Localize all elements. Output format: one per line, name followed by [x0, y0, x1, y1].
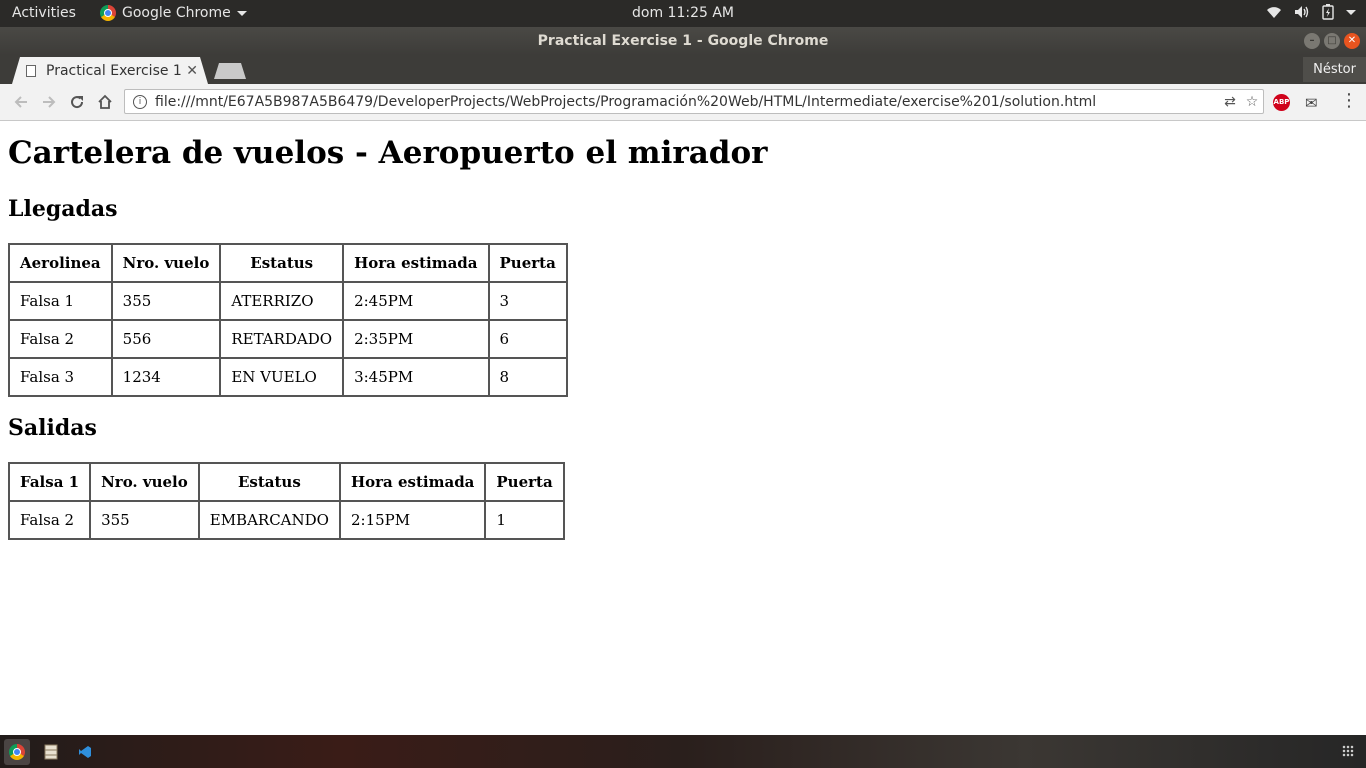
forward-button[interactable] — [38, 91, 60, 113]
table-cell: 556 — [111, 320, 221, 358]
minimize-button[interactable]: – — [1304, 33, 1320, 49]
table-cell: EMBARCANDO — [198, 501, 340, 539]
taskbar-files[interactable] — [38, 739, 64, 765]
table-row: Falsa 2 556 RETARDADO 2:35PM 6 — [9, 320, 567, 358]
info-icon[interactable]: i — [133, 94, 147, 109]
table-header-row: Aerolinea Nro. vuelo Estatus Hora estima… — [9, 244, 567, 282]
table-cell: 8 — [488, 358, 567, 396]
arrivals-heading: Llegadas — [8, 196, 118, 222]
gnome-top-bar: Activities Google Chrome dom 11:25 AM — [0, 0, 1366, 27]
new-tab-button[interactable] — [214, 63, 246, 79]
window-title-bar[interactable]: Practical Exercise 1 - Google Chrome – □… — [0, 27, 1366, 55]
arrivals-table: Aerolinea Nro. vuelo Estatus Hora estima… — [8, 243, 568, 397]
column-header: Nro. vuelo — [90, 463, 199, 501]
table-cell: 2:35PM — [343, 320, 489, 358]
address-bar[interactable]: i file:///mnt/E67A5B987A5B6479/Developer… — [124, 89, 1264, 114]
column-header: Hora estimada — [343, 244, 489, 282]
arrow-right-icon — [43, 96, 56, 108]
reload-icon — [71, 96, 84, 109]
taskbar-vscode[interactable] — [72, 739, 98, 765]
battery-icon — [1322, 4, 1334, 20]
chevron-down-icon — [236, 10, 247, 16]
translate-icon[interactable]: ⇄ — [1219, 94, 1241, 110]
menu-kebab-icon[interactable]: ⋮ — [1340, 92, 1358, 110]
bookmark-star-icon[interactable]: ☆ — [1241, 94, 1263, 110]
column-header: Estatus — [198, 463, 340, 501]
volume-icon — [1295, 6, 1309, 18]
column-header: Nro. vuelo — [111, 244, 221, 282]
maximize-button[interactable]: □ — [1324, 33, 1340, 49]
file-cabinet-icon — [44, 744, 58, 760]
page-heading: Cartelera de vuelos - Aeropuerto el mira… — [8, 135, 768, 171]
chrome-icon — [100, 5, 116, 21]
column-header: Puerta — [485, 463, 564, 501]
home-icon — [98, 94, 112, 109]
chrome-icon — [9, 744, 25, 760]
table-cell: 3 — [488, 282, 567, 320]
table-cell: EN VUELO — [220, 358, 344, 396]
taskbar — [0, 735, 1366, 768]
table-cell: 355 — [111, 282, 221, 320]
table-cell: 6 — [488, 320, 567, 358]
code-editor-icon — [79, 746, 91, 758]
close-window-button[interactable]: ✕ — [1344, 33, 1360, 49]
table-cell: RETARDADO — [220, 320, 344, 358]
close-tab-icon[interactable]: ✕ — [186, 63, 198, 79]
app-menu-label: Google Chrome — [122, 5, 231, 21]
departures-heading: Salidas — [8, 415, 97, 441]
table-cell: Falsa 3 — [9, 358, 112, 396]
table-cell: 355 — [90, 501, 199, 539]
table-cell: ATERRIZO — [220, 282, 344, 320]
back-button[interactable] — [10, 91, 32, 113]
table-cell: 2:15PM — [339, 501, 486, 539]
reload-button[interactable] — [66, 91, 88, 113]
home-button[interactable] — [94, 91, 116, 113]
table-header-row: Falsa 1 Nro. vuelo Estatus Hora estimada… — [9, 463, 564, 501]
show-apps-grid-icon[interactable] — [1342, 745, 1354, 757]
adblock-plus-icon[interactable]: ABP — [1273, 94, 1290, 111]
activities-button[interactable]: Activities — [12, 5, 76, 21]
tab-title: Practical Exercise 1 — [46, 62, 182, 79]
address-bar-url[interactable]: file:///mnt/E67A5B987A5B6479/DeveloperPr… — [155, 94, 1219, 110]
page-icon — [26, 64, 36, 77]
app-menu[interactable]: Google Chrome — [100, 5, 247, 21]
taskbar-chrome[interactable] — [4, 739, 30, 765]
table-cell: 2:45PM — [343, 282, 489, 320]
column-header: Puerta — [488, 244, 567, 282]
table-cell: 1234 — [111, 358, 221, 396]
system-tray[interactable] — [1266, 4, 1356, 20]
departures-table: Falsa 1 Nro. vuelo Estatus Hora estimada… — [8, 462, 565, 540]
arrow-left-icon — [14, 96, 27, 108]
column-header: Aerolinea — [9, 244, 112, 282]
column-header: Estatus — [220, 244, 344, 282]
system-menu-chevron-icon — [1346, 9, 1356, 15]
table-cell: Falsa 1 — [9, 282, 112, 320]
envelope-icon[interactable]: ✉ — [1305, 94, 1318, 112]
window-title: Practical Exercise 1 - Google Chrome — [537, 33, 829, 49]
page-content: Cartelera de vuelos - Aeropuerto el mira… — [0, 121, 1366, 735]
tab-strip: Practical Exercise 1 ✕ Néstor — [0, 55, 1366, 84]
column-header: Hora estimada — [339, 463, 486, 501]
profile-button[interactable]: Néstor — [1303, 57, 1366, 82]
wifi-icon — [1267, 7, 1281, 18]
table-cell: Falsa 2 — [9, 320, 112, 358]
table-row: Falsa 3 1234 EN VUELO 3:45PM 8 — [9, 358, 567, 396]
table-cell: 3:45PM — [343, 358, 489, 396]
table-cell: Falsa 2 — [9, 501, 91, 539]
table-row: Falsa 2 355 EMBARCANDO 2:15PM 1 — [9, 501, 564, 539]
table-row: Falsa 1 355 ATERRIZO 2:45PM 3 — [9, 282, 567, 320]
table-cell: 1 — [485, 501, 564, 539]
clock[interactable]: dom 11:25 AM — [632, 5, 734, 21]
browser-toolbar: i file:///mnt/E67A5B987A5B6479/Developer… — [0, 84, 1366, 121]
tab-practical-exercise-1[interactable]: Practical Exercise 1 ✕ — [12, 57, 208, 84]
column-header: Falsa 1 — [9, 463, 91, 501]
